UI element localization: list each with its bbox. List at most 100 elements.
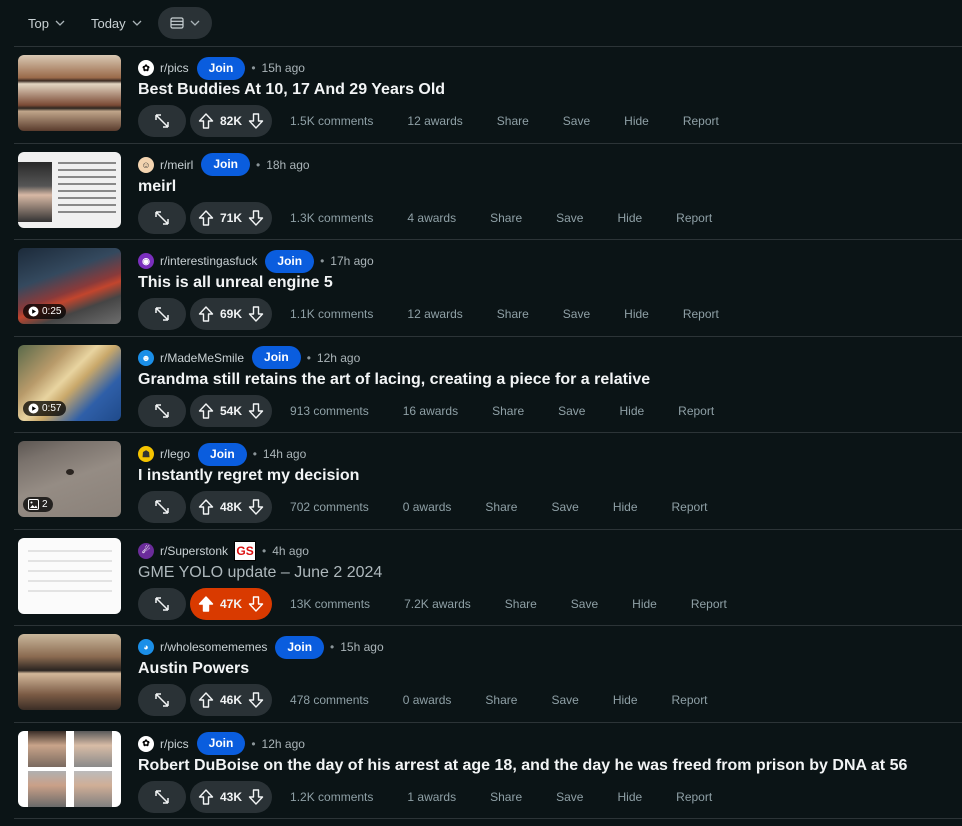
post-title[interactable]: Grandma still retains the art of lacing,… [138, 371, 650, 389]
comments-link[interactable]: 702 comments [272, 500, 386, 514]
post-row[interactable]: ☺ r/meirl Join • 18h ago meirl 71K 1.3K … [14, 144, 962, 240]
comments-link[interactable]: 1.2K comments [272, 790, 390, 804]
join-button[interactable]: Join [275, 635, 325, 659]
expand-button[interactable] [138, 587, 186, 620]
upvote-icon[interactable] [198, 595, 214, 613]
report-button[interactable]: Report [661, 404, 731, 418]
downvote-icon[interactable] [248, 595, 264, 613]
hide-button[interactable]: Hide [600, 790, 659, 804]
report-button[interactable]: Report [655, 693, 725, 707]
post-thumbnail[interactable] [18, 730, 121, 807]
report-button[interactable]: Report [655, 500, 725, 514]
join-button[interactable]: Join [196, 732, 246, 755]
post-thumbnail[interactable] [18, 55, 121, 131]
post-row[interactable]: ✿ r/pics Join • 15h ago Best Buddies At … [14, 47, 962, 144]
awards-link[interactable]: 12 awards [390, 307, 479, 321]
share-button[interactable]: Share [488, 597, 554, 611]
downvote-icon[interactable] [248, 112, 264, 130]
hide-button[interactable]: Hide [602, 404, 661, 418]
awards-link[interactable]: 4 awards [390, 211, 473, 225]
sort-dropdown[interactable]: Top [18, 7, 75, 39]
post-thumbnail[interactable] [18, 151, 121, 228]
subreddit-name[interactable]: r/pics [160, 61, 189, 75]
report-button[interactable]: Report [666, 307, 736, 321]
save-button[interactable]: Save [546, 307, 607, 321]
expand-button[interactable] [138, 394, 186, 427]
post-title[interactable]: Robert DuBoise on the day of his arrest … [138, 757, 907, 775]
upvote-icon[interactable] [198, 788, 214, 806]
share-button[interactable]: Share [480, 114, 546, 128]
save-button[interactable]: Save [539, 790, 600, 804]
post-title[interactable]: This is all unreal engine 5 [138, 274, 333, 292]
join-button[interactable]: Join [196, 56, 246, 80]
share-button[interactable]: Share [473, 211, 539, 225]
hide-button[interactable]: Hide [615, 597, 674, 611]
save-button[interactable]: Save [539, 211, 600, 225]
share-button[interactable]: Share [480, 307, 546, 321]
expand-button[interactable] [138, 201, 186, 234]
post-row[interactable]: ☄ r/Superstonk GS • 4h ago GME YOLO upda… [14, 530, 962, 626]
upvote-icon[interactable] [198, 305, 214, 323]
subreddit-name[interactable]: r/lego [160, 447, 190, 461]
upvote-icon[interactable] [198, 112, 214, 130]
time-range-dropdown[interactable]: Today [81, 7, 152, 39]
comments-link[interactable]: 1.1K comments [272, 307, 390, 321]
downvote-icon[interactable] [248, 498, 264, 516]
subreddit-name[interactable]: r/MadeMeSmile [160, 351, 244, 365]
downvote-icon[interactable] [248, 788, 264, 806]
post-thumbnail[interactable]: 0:25 [18, 248, 121, 324]
comments-link[interactable]: 913 comments [272, 404, 386, 418]
downvote-icon[interactable] [248, 691, 264, 709]
join-button[interactable]: Join [252, 346, 301, 369]
post-thumbnail[interactable] [18, 634, 121, 710]
post-title[interactable]: Austin Powers [138, 660, 249, 678]
save-button[interactable]: Save [534, 500, 595, 514]
view-toggle-button[interactable] [157, 7, 212, 39]
subreddit-name[interactable]: r/wholesomememes [160, 640, 267, 654]
share-button[interactable]: Share [468, 500, 534, 514]
comments-link[interactable]: 1.3K comments [272, 211, 390, 225]
post-row[interactable]: 2 ☗ r/lego Join • 14h ago I instantly re… [14, 433, 962, 530]
post-row[interactable]: ◕ r/wholesomememes Join • 15h ago Austin… [14, 626, 962, 723]
awards-link[interactable]: 12 awards [390, 114, 479, 128]
upvote-icon[interactable] [198, 691, 214, 709]
comments-link[interactable]: 13K comments [272, 597, 387, 611]
post-title[interactable]: meirl [138, 178, 176, 196]
report-button[interactable]: Report [666, 114, 736, 128]
post-title[interactable]: I instantly regret my decision [138, 467, 359, 485]
awards-link[interactable]: 1 awards [390, 790, 473, 804]
awards-link[interactable]: 7.2K awards [387, 597, 488, 611]
expand-button[interactable] [138, 491, 186, 523]
hide-button[interactable]: Hide [600, 211, 659, 225]
upvote-icon[interactable] [198, 498, 214, 516]
downvote-icon[interactable] [248, 402, 264, 420]
post-thumbnail[interactable] [18, 537, 121, 614]
expand-button[interactable] [138, 780, 186, 813]
post-title[interactable]: GME YOLO update – June 2 2024 [138, 564, 382, 582]
save-button[interactable]: Save [534, 693, 595, 707]
post-row[interactable]: 0:25 ◉ r/interestingasfuck Join • 17h ag… [14, 240, 962, 337]
save-button[interactable]: Save [546, 114, 607, 128]
downvote-icon[interactable] [248, 209, 264, 227]
subreddit-name[interactable]: r/meirl [160, 158, 193, 172]
upvote-icon[interactable] [198, 209, 214, 227]
subreddit-name[interactable]: r/pics [160, 737, 189, 751]
comments-link[interactable]: 1.5K comments [272, 114, 390, 128]
upvote-icon[interactable] [198, 402, 214, 420]
subreddit-name[interactable]: r/Superstonk [160, 544, 228, 558]
hide-button[interactable]: Hide [607, 307, 666, 321]
share-button[interactable]: Share [475, 404, 541, 418]
join-button[interactable]: Join [201, 153, 250, 176]
hide-button[interactable]: Hide [596, 500, 655, 514]
downvote-icon[interactable] [248, 305, 264, 323]
report-button[interactable]: Report [674, 597, 744, 611]
subreddit-name[interactable]: r/interestingasfuck [160, 254, 257, 268]
hide-button[interactable]: Hide [596, 693, 655, 707]
expand-button[interactable] [138, 684, 186, 716]
awards-link[interactable]: 16 awards [386, 404, 475, 418]
post-thumbnail[interactable]: 0:57 [18, 344, 121, 421]
share-button[interactable]: Share [473, 790, 539, 804]
comments-link[interactable]: 478 comments [272, 693, 386, 707]
post-row[interactable]: 0:57 ☻ r/MadeMeSmile Join • 12h ago Gran… [14, 337, 962, 433]
awards-link[interactable]: 0 awards [386, 500, 469, 514]
